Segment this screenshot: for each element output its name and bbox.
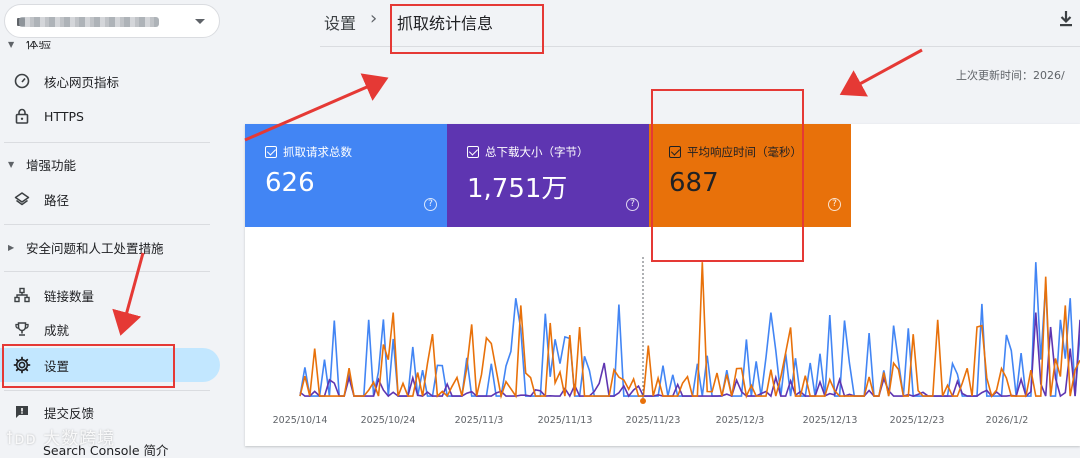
sidebar-item-links[interactable]: 链接数量	[0, 278, 220, 312]
checkbox-icon[interactable]	[265, 146, 277, 158]
annotation-box-response-time	[651, 89, 804, 262]
sidebar-item-achievements[interactable]: 成就	[0, 312, 220, 346]
x-tick-label: 2025/10/14	[273, 415, 328, 426]
property-selector[interactable]	[4, 4, 220, 38]
expand-arrow-icon: ▶	[8, 242, 15, 252]
trophy-icon	[12, 319, 32, 339]
collapse-arrow-icon: ▼	[8, 41, 15, 49]
tile-download-size[interactable]: 总下载大小（字节） 1,751万 ?	[447, 124, 649, 227]
help-icon[interactable]: ?	[626, 198, 639, 211]
x-tick-label: 2026/1/2	[986, 415, 1029, 426]
x-tick-label: 2025/11/3	[455, 415, 504, 426]
tile-total-requests[interactable]: 抓取请求总数 626 ?	[245, 124, 447, 227]
last-update-time: 上次更新时间：2026/	[956, 69, 1065, 82]
checkbox-icon[interactable]	[467, 146, 479, 158]
sidebar: ▼ 体验 核心网页指标 HTTPS ▼ 增强功能 路径 ▶ 安全问题和人工处置措…	[0, 0, 230, 458]
x-tick-label: 2025/12/23	[890, 415, 945, 426]
lock-icon	[12, 106, 32, 126]
x-tick-label: 2025/11/13	[538, 415, 593, 426]
sitemap-icon	[12, 285, 32, 305]
sidebar-divider	[4, 224, 210, 225]
x-tick-label: 2025/12/3	[716, 415, 765, 426]
x-tick-label: 2025/10/24	[361, 415, 416, 426]
speedometer-icon	[12, 71, 32, 91]
section-experience[interactable]: ▼ 体验	[0, 41, 51, 53]
chevron-down-icon[interactable]	[195, 19, 205, 24]
sidebar-item-https[interactable]: HTTPS	[0, 99, 220, 133]
sidebar-divider	[4, 271, 210, 272]
help-icon[interactable]: ?	[828, 198, 841, 211]
annotation-box-title	[390, 4, 544, 54]
watermark-logo: ꝉᴅᴅ 大数跨境	[6, 429, 116, 449]
sidebar-item-core-web-vitals[interactable]: 核心网页指标	[0, 64, 220, 98]
section-security[interactable]: ▶ 安全问题和人工处置措施	[0, 239, 164, 256]
breadcrumb-separator: ›	[370, 8, 378, 29]
help-icon[interactable]: ?	[424, 198, 437, 211]
sidebar-divider	[4, 390, 210, 391]
annotation-box-settings	[2, 344, 175, 388]
x-tick-label: 2025/11/23	[626, 415, 681, 426]
series-line-2	[299, 262, 1080, 400]
event-marker-dot[interactable]	[640, 398, 646, 404]
collapse-arrow-icon: ▼	[8, 159, 15, 169]
watermark-badge-icon: ꝉᴅᴅ	[6, 429, 44, 449]
feedback-icon	[12, 402, 32, 422]
x-tick-label: 2025/12/13	[803, 415, 858, 426]
section-enhancements[interactable]: ▼ 增强功能	[0, 156, 76, 173]
sidebar-divider	[4, 142, 210, 143]
sidebar-item-breadcrumbs[interactable]: 路径	[0, 182, 220, 216]
property-name-redacted	[19, 17, 159, 27]
download-icon[interactable]	[1058, 10, 1074, 28]
layers-icon	[12, 189, 32, 209]
breadcrumb-parent[interactable]: 设置	[324, 10, 356, 34]
